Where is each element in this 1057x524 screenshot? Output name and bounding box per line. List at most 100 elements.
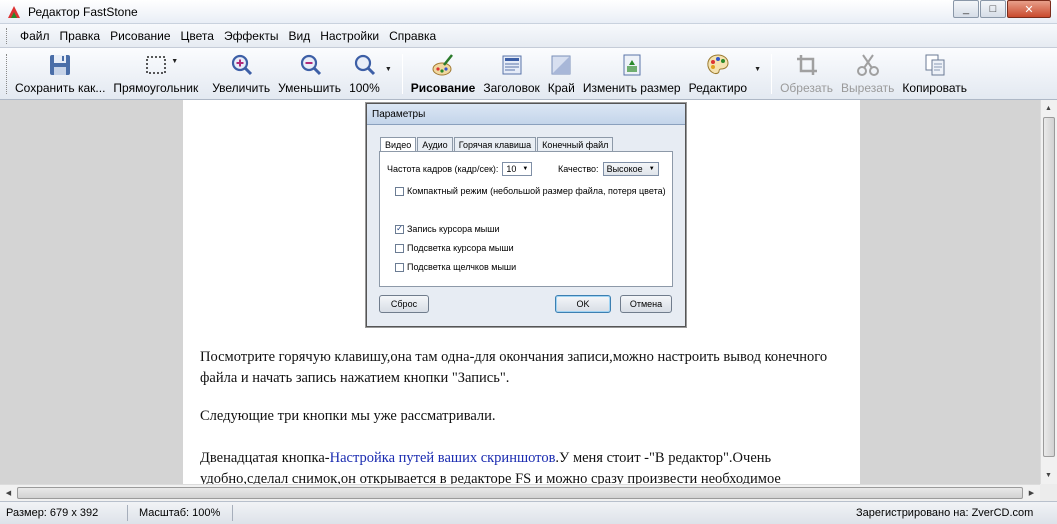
- dialog-title: Параметры: [367, 104, 685, 125]
- caption-icon: [502, 55, 522, 75]
- edge-button[interactable]: Край: [548, 48, 575, 100]
- status-separator: [232, 505, 233, 521]
- status-bar: Размер: 679 x 392 Масштаб: 100% Зарегист…: [0, 501, 1057, 524]
- close-button[interactable]: ✕: [1007, 0, 1051, 18]
- caption-button[interactable]: Заголовок: [483, 48, 540, 100]
- editor-button[interactable]: Редактиро ▼: [688, 48, 761, 100]
- horizontal-scroll-thumb[interactable]: [17, 487, 1023, 499]
- horizontal-scrollbar[interactable]: ◀ ▶: [0, 484, 1040, 501]
- dialog-ok-button: OK: [555, 295, 611, 313]
- zoom-in-button[interactable]: Увеличить: [212, 48, 270, 100]
- dialog-reset-button: Сброс: [379, 295, 429, 313]
- scroll-down-arrow-icon[interactable]: ▼: [1041, 468, 1056, 483]
- compact-mode-checkbox: [395, 186, 404, 196]
- vertical-scrollbar[interactable]: ▲ ▼: [1040, 100, 1057, 484]
- menu-draw[interactable]: Рисование: [105, 26, 175, 46]
- highlight-cursor-checkbox: [395, 243, 404, 253]
- edge-label: Край: [547, 81, 575, 95]
- chevron-down-icon: ▼: [648, 166, 655, 172]
- quality-value: Высокое: [606, 164, 643, 174]
- image-canvas[interactable]: Параметры Видео Аудио Горячая клавиша Ко…: [0, 100, 1040, 484]
- chevron-down-icon[interactable]: ▼: [171, 58, 178, 65]
- record-cursor-row: ✓ Запись курсора мыши: [395, 224, 500, 234]
- paragraph-text-start: Двенадцатая кнопка-: [200, 450, 330, 466]
- rectangle-select-button[interactable]: Прямоугольник ▼: [113, 48, 198, 100]
- menu-view[interactable]: Вид: [284, 26, 316, 46]
- scroll-right-arrow-icon[interactable]: ▶: [1024, 485, 1039, 500]
- editor-label: Редактиро: [688, 81, 748, 95]
- zoom-out-icon: [300, 54, 321, 76]
- window-controls: _ □ ✕: [952, 0, 1051, 18]
- menu-colors[interactable]: Цвета: [176, 26, 219, 46]
- crop-label: Обрезать: [780, 81, 834, 95]
- scroll-up-arrow-icon[interactable]: ▲: [1041, 101, 1056, 116]
- crop-icon: [796, 55, 817, 75]
- tab-audio: Аудио: [417, 137, 453, 151]
- status-separator: [127, 505, 128, 521]
- paragraph-three-buttons: Следующие три кнопки мы уже рассматривал…: [200, 408, 496, 424]
- document-page: Параметры Видео Аудио Горячая клавиша Ко…: [183, 100, 860, 484]
- palette-icon: [707, 54, 729, 74]
- crop-button[interactable]: Обрезать: [780, 48, 833, 100]
- tab-video: Видео: [380, 137, 417, 152]
- zoom-out-button[interactable]: Уменьшить: [278, 48, 341, 100]
- magnifier-icon: [355, 54, 376, 76]
- floppy-disk-icon: [50, 55, 71, 75]
- paint-palette-brush-icon: [432, 54, 454, 76]
- edge-icon: [551, 55, 571, 75]
- menu-settings[interactable]: Настройки: [315, 26, 384, 46]
- resize-label: Изменить размер: [582, 81, 681, 95]
- compact-mode-row: Компактный режим (небольшой размер файла…: [395, 186, 666, 196]
- cut-button[interactable]: Вырезать: [841, 48, 894, 100]
- menu-edit[interactable]: Правка: [55, 26, 106, 46]
- save-as-button[interactable]: Сохранить как...: [15, 48, 105, 100]
- fps-value: 10: [506, 164, 517, 174]
- quality-row: Качество: Высокое ▼: [558, 162, 659, 176]
- menu-file[interactable]: Файл: [15, 26, 55, 46]
- draw-button[interactable]: Рисование: [411, 48, 475, 100]
- menu-grip[interactable]: [6, 27, 9, 44]
- save-as-label: Сохранить как...: [15, 81, 106, 95]
- cut-label: Вырезать: [841, 81, 895, 95]
- zoom-level-button[interactable]: 100% ▼: [349, 48, 392, 100]
- highlight-clicks-label: Подсветка щелчков мыши: [407, 262, 517, 272]
- chevron-down-icon: ▼: [522, 166, 529, 172]
- tab-output-file: Конечный файл: [537, 137, 614, 151]
- dotted-rectangle-icon: [146, 56, 166, 74]
- fps-label: Частота кадров (кадр/сек):: [387, 164, 499, 174]
- fps-select: 10 ▼: [502, 162, 533, 176]
- chevron-down-icon[interactable]: ▼: [754, 66, 761, 73]
- caption-label: Заголовок: [483, 81, 540, 95]
- toolbar-separator: [771, 54, 773, 94]
- highlight-cursor-label: Подсветка курсора мыши: [407, 243, 514, 253]
- screenshot-paths-link[interactable]: Настройка путей ваших скриншотов: [330, 450, 556, 466]
- rectangle-label: Прямоугольник: [113, 81, 199, 95]
- image-size-status: Размер: 679 x 392: [6, 507, 99, 519]
- dialog-panel: Частота кадров (кадр/сек): 10 ▼ Качество:…: [379, 151, 673, 287]
- registration-status: Зарегистрировано на: ZverCD.com: [856, 507, 1034, 519]
- highlight-cursor-row: Подсветка курсора мыши: [395, 243, 514, 253]
- menu-effects[interactable]: Эффекты: [219, 26, 284, 46]
- paragraph-hotkey: Посмотрите горячую клавишу,она там одна-…: [200, 349, 828, 386]
- resize-icon: [623, 54, 641, 76]
- menu-help[interactable]: Справка: [384, 26, 441, 46]
- record-cursor-checkbox: ✓: [395, 224, 404, 234]
- paragraph-twelfth-button: Двенадцатая кнопка-Настройка путей ваших…: [200, 448, 850, 484]
- zoom-level-label: 100%: [349, 81, 380, 95]
- resize-button[interactable]: Изменить размер: [583, 48, 681, 100]
- record-cursor-label: Запись курсора мыши: [407, 224, 500, 234]
- zoom-out-label: Уменьшить: [278, 81, 342, 95]
- scroll-left-arrow-icon[interactable]: ◀: [1, 485, 16, 500]
- minimize-button[interactable]: _: [953, 0, 979, 18]
- compact-mode-label: Компактный режим (небольшой размер файла…: [407, 186, 666, 196]
- maximize-button[interactable]: □: [980, 0, 1006, 18]
- toolbar-grip[interactable]: [6, 54, 9, 94]
- copy-button[interactable]: Копировать: [902, 48, 967, 100]
- highlight-clicks-row: Подсветка щелчков мыши: [395, 262, 516, 272]
- copy-icon: [925, 54, 945, 76]
- parameters-dialog-image: Параметры Видео Аудио Горячая клавиша Ко…: [366, 103, 686, 327]
- zoom-scale-status: Масштаб: 100%: [139, 507, 221, 519]
- vertical-scroll-thumb[interactable]: [1043, 117, 1055, 457]
- chevron-down-icon[interactable]: ▼: [385, 66, 392, 73]
- toolbar-separator: [401, 54, 403, 94]
